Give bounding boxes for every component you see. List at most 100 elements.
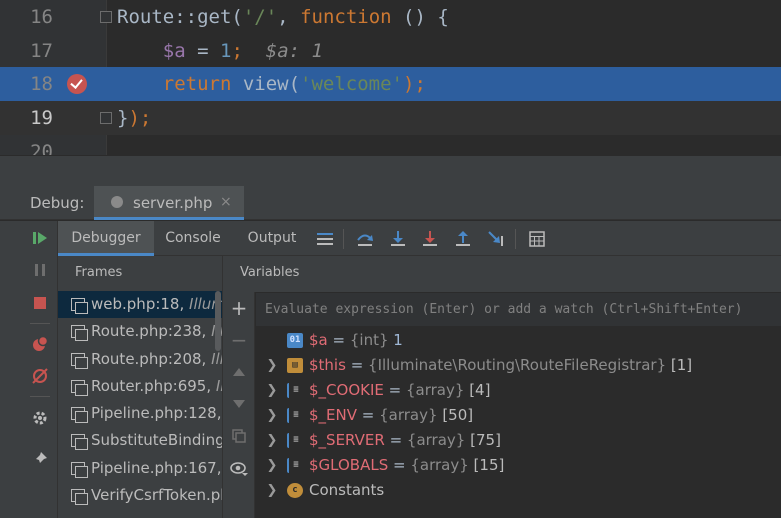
fold-marker-icon[interactable] (100, 112, 112, 124)
variable-value: [4] (469, 381, 491, 399)
expand-arrow-icon[interactable]: ❯ (266, 478, 278, 503)
fold-marker-icon[interactable] (100, 11, 112, 23)
step-over-icon[interactable] (354, 228, 376, 250)
frame-item[interactable]: Router.php:695, Illuminate\Routing (58, 373, 222, 400)
expand-arrow-icon[interactable]: ❯ (266, 403, 278, 428)
frame-item[interactable]: VerifyCsrfToken.php (58, 482, 222, 509)
code-token: ); (403, 73, 426, 95)
expand-arrow-icon[interactable]: ❯ (266, 453, 278, 478)
expand-arrow-icon[interactable]: ❯ (266, 378, 278, 403)
mute-breakpoints-icon[interactable] (28, 364, 52, 388)
equals-sign: = (357, 406, 380, 424)
expand-arrow-icon[interactable]: ❯ (266, 353, 278, 378)
move-down-icon[interactable] (228, 393, 250, 415)
code-text: Route::get('/', function () { (117, 0, 449, 34)
run-to-cursor-icon[interactable] (485, 228, 507, 250)
resume-program-icon[interactable] (28, 226, 52, 250)
frame-file: web.php:18, (91, 295, 190, 313)
variable-value: 1 (393, 331, 403, 349)
debug-label: Debug: (30, 194, 85, 212)
variable-name: $_SERVER (309, 431, 385, 449)
frames-list[interactable]: web.php:18, Illuminate\RoutingRoute.php:… (58, 291, 223, 509)
close-icon[interactable]: × (220, 194, 232, 210)
remove-watch-icon[interactable]: − (228, 328, 250, 352)
breakpoint-icon[interactable] (67, 74, 87, 94)
code-line[interactable]: 19}); (0, 101, 781, 135)
frame-item[interactable]: web.php:18, Illuminate\Routing (58, 291, 222, 319)
variable-text: $this = {Illuminate\Routing\RouteFileReg… (309, 353, 692, 378)
step-out-icon[interactable] (452, 228, 474, 250)
force-step-into-icon[interactable] (419, 228, 441, 250)
code-token: } (117, 107, 129, 129)
stack-frame-icon (71, 461, 88, 478)
variable-row[interactable]: ❯ ≡ $_ENV = {array} [50] (256, 403, 781, 428)
frame-item[interactable]: Pipeline.php:128, Illuminate (58, 400, 222, 427)
code-line[interactable]: 17 $a = 1; $a: 1 (0, 34, 781, 68)
code-token: '/' (242, 6, 278, 28)
stack-frame-icon (71, 407, 88, 424)
frames-title: Frames (75, 265, 123, 280)
frames-scrollbar[interactable] (215, 291, 221, 351)
frame-context: Illuminate\Routing (211, 349, 222, 368)
variable-row[interactable]: 01 $a = {int} 1 (256, 328, 781, 353)
move-up-icon[interactable] (228, 361, 250, 383)
stack-frame-icon (71, 352, 88, 369)
code-token: return (162, 73, 243, 95)
variable-text: $_SERVER = {array} [75] (309, 428, 501, 453)
step-into-icon[interactable] (387, 228, 409, 250)
equals-sign: = (384, 431, 407, 449)
session-tab-server-php[interactable]: server.php × (94, 186, 244, 220)
frame-file: Route.php:238, (91, 322, 212, 341)
pin-icon[interactable] (28, 447, 52, 471)
equals-sign: = (383, 381, 406, 399)
tab-console[interactable]: Console (154, 221, 232, 256)
code-line[interactable]: 16 Route::get('/', function () { (0, 0, 781, 34)
frames-panel: Frames web.php:18, Illuminate\RoutingRou… (58, 256, 223, 518)
equals-sign: = (388, 456, 411, 474)
show-execution-point-icon[interactable] (314, 228, 336, 250)
evaluate-expression-input[interactable] (256, 293, 781, 326)
constants-icon: c (287, 483, 303, 498)
view-breakpoints-icon[interactable] (28, 332, 52, 356)
code-token: () { (403, 6, 449, 28)
variable-row[interactable]: ❯ ▤ $this = {Illuminate\Routing\RouteFileR… (256, 353, 781, 378)
tab-debugger[interactable]: Debugger (58, 221, 154, 256)
frame-item[interactable]: Route.php:208, Illuminate\Routing (58, 346, 222, 373)
expand-arrow-icon[interactable]: ❯ (266, 428, 278, 453)
variable-row[interactable]: ❯ ≡ $_COOKIE = {array} [4] (256, 378, 781, 403)
variable-row[interactable]: ❯ ≡ $GLOBALS = {array} [15] (256, 453, 781, 478)
variable-name: $a (309, 331, 328, 349)
frame-item[interactable]: Pipeline.php:167, Illuminate (58, 455, 223, 482)
frame-file: Pipeline.php:167, (91, 458, 223, 477)
variables-toolbar: + − (223, 292, 255, 518)
tab-output[interactable]: Output (234, 221, 310, 256)
variable-row[interactable]: ❯ c Constants (256, 478, 781, 503)
variable-row[interactable]: ❯ ≡ $_SERVER = {array} [75] (256, 428, 781, 453)
evaluate-expression-icon[interactable] (526, 228, 548, 250)
code-token: = (185, 40, 220, 62)
debug-left-toolbar (0, 221, 58, 518)
variable-type: {array} (410, 456, 469, 474)
frame-item[interactable]: Route.php:238, Illuminate\Routing (58, 318, 222, 345)
variable-text: $_ENV = {array} [50] (309, 403, 473, 428)
add-watch-icon[interactable]: + (228, 296, 250, 320)
toolbar-separator (30, 396, 50, 397)
array-icon: ≡ (287, 408, 303, 423)
code-line[interactable]: 20 (0, 135, 781, 155)
stop-icon[interactable] (28, 291, 52, 315)
variables-tree[interactable]: 01 $a = {int} 1 ❯ ▤ $this = {Illuminate\Rout… (256, 328, 781, 503)
code-editor[interactable]: 16 Route::get('/', function () {17 $a = 1… (0, 0, 781, 155)
variable-value: [50] (442, 406, 474, 424)
duplicate-icon[interactable] (228, 425, 250, 447)
array-icon: ≡ (287, 383, 303, 398)
settings-icon[interactable] (28, 406, 52, 430)
pause-icon[interactable] (28, 258, 52, 282)
variable-type: {Illuminate\Routing\RouteFileRegistrar} (368, 356, 667, 374)
panel-splitter[interactable] (0, 155, 781, 186)
primitive-value-icon: 01 (287, 333, 303, 348)
show-watches-icon[interactable] (228, 458, 250, 480)
frame-item[interactable]: SubstituteBindings.php (58, 427, 222, 454)
code-line[interactable]: 18 return view('welcome'); (0, 67, 781, 101)
frame-file: VerifyCsrfToken.php (91, 486, 222, 505)
